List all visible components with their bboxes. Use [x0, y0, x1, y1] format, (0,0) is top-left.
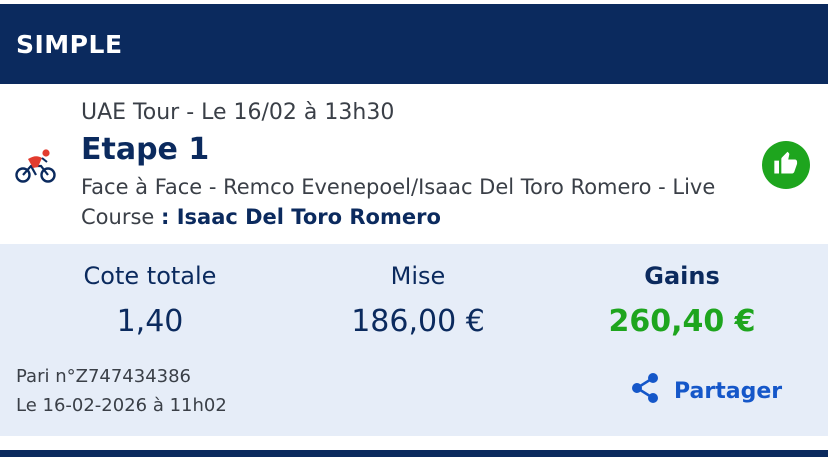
odds-column: Cote totale 1,40 — [12, 262, 288, 339]
event-name: Etape 1 — [81, 132, 210, 167]
share-icon — [630, 372, 660, 410]
event-card: UAE Tour - Le 16/02 à 13h30 Etape 1 Face… — [0, 84, 828, 244]
winnings-value: 260,40 € — [608, 304, 756, 339]
cycling-icon — [14, 146, 58, 186]
stake-label: Mise — [390, 262, 446, 290]
bet-type-header: SIMPLE — [0, 4, 828, 84]
share-button[interactable]: Partager — [630, 372, 782, 410]
winnings-label: Gains — [644, 262, 720, 290]
share-label: Partager — [674, 378, 783, 404]
bet-reference: Pari n°Z747434386 Le 16-02-2026 à 11h02 — [16, 362, 227, 420]
odds-value: 1,40 — [116, 304, 184, 339]
stake-column: Mise 186,00 € — [280, 262, 556, 339]
bet-date: Le 16-02-2026 à 11h02 — [16, 395, 227, 416]
thumbs-up-icon — [772, 149, 800, 181]
event-meta: UAE Tour - Le 16/02 à 13h30 — [81, 100, 395, 125]
odds-label: Cote totale — [83, 262, 217, 290]
winnings-column: Gains 260,40 € — [544, 262, 820, 339]
stake-value: 186,00 € — [351, 304, 485, 339]
selection-label: : Isaac Del Toro Romero — [161, 205, 441, 229]
like-button[interactable] — [762, 141, 810, 189]
next-card-header — [0, 450, 828, 457]
bet-number: Pari n°Z747434386 — [16, 366, 192, 387]
bet-type-title: SIMPLE — [16, 29, 123, 59]
event-description: Face à Face - Remco Evenepoel/Isaac Del … — [81, 172, 721, 232]
bet-summary: Cote totale 1,40 Mise 186,00 € Gains 260… — [0, 244, 828, 436]
